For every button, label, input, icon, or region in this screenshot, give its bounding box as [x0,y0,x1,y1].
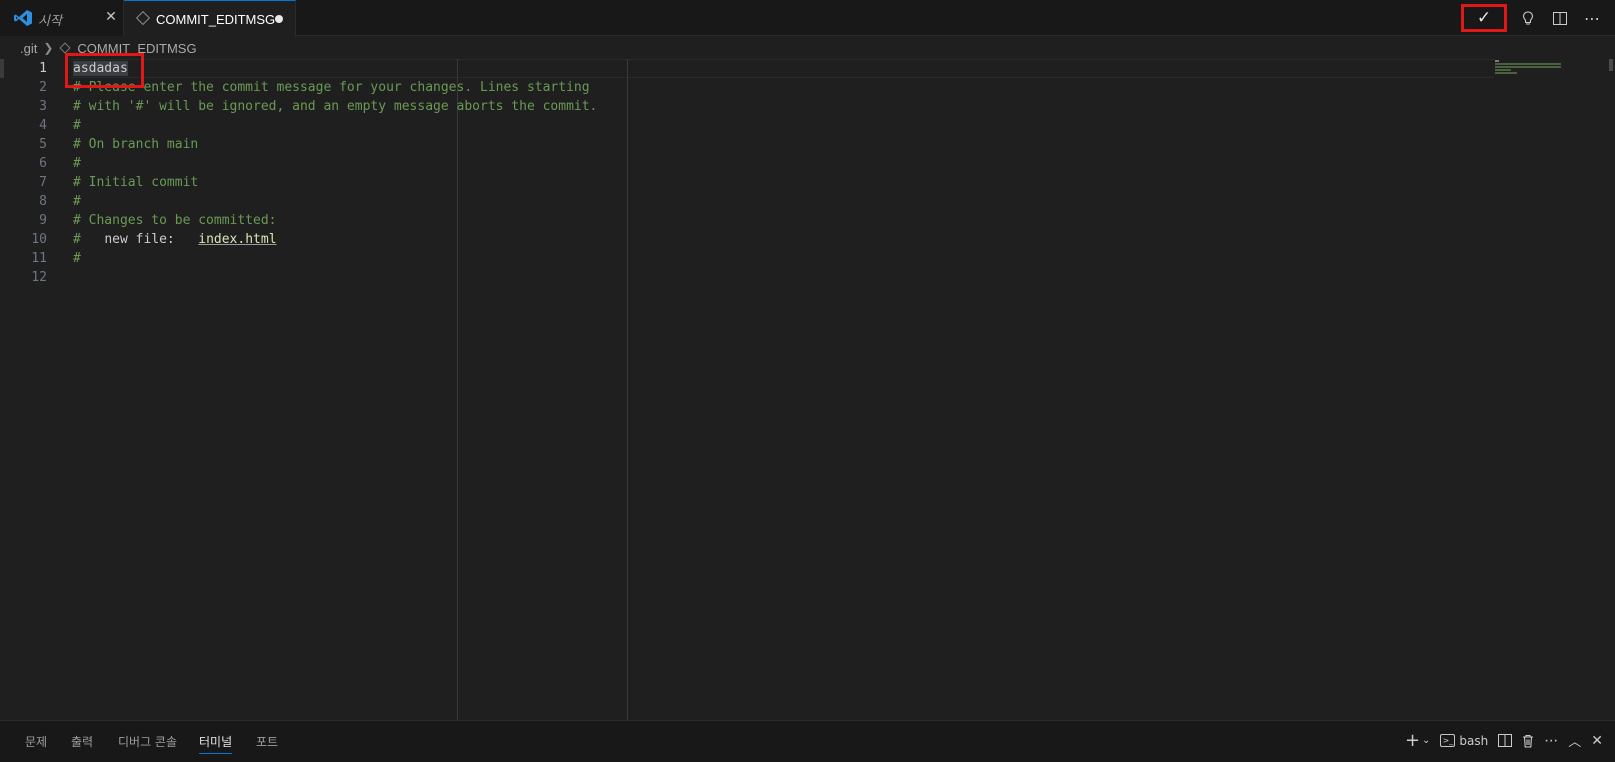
new-file-label: new file: [104,232,175,247]
code-line[interactable]: 7 # Initial commit [0,173,1490,192]
tab-label: 시작 [38,13,62,28]
panel-tab-ports[interactable]: 포트 [256,733,278,750]
tab-start[interactable]: 시작 ✕ [0,0,124,36]
panel-tab-problems[interactable]: 문제 [25,733,47,750]
code-line[interactable]: 1 asdadas [0,59,1490,78]
more-icon: ⋯ [1584,8,1600,28]
code-line[interactable]: 4 # [0,116,1490,135]
code-line[interactable]: 8 # [0,192,1490,211]
accept-commit-message-button[interactable]: ✓ [1461,4,1507,32]
breadcrumb: .git ❯ COMMIT_EDITMSG [0,37,1615,59]
minimap-line [1495,69,1511,71]
bottom-panel: 문제 출력 디버그 콘솔 터미널 포트 + ⌄ >_ bash ⋯ ︿ ✕ [0,720,1615,762]
line-text: # [73,156,81,171]
tab-commit-editmsg[interactable]: COMMIT_EDITMSG [124,0,296,37]
chevron-down-icon[interactable]: ⌄ [1422,735,1430,746]
more-actions-button[interactable]: ⋯ [1581,7,1603,29]
split-terminal-icon[interactable] [1498,734,1513,747]
line-number: 9 [39,213,47,228]
line-text: # Initial commit [73,175,199,190]
split-editor-icon [1553,11,1567,25]
line-number: 7 [39,175,47,190]
lightbulb-icon [1522,10,1534,25]
line-number: 8 [39,194,47,209]
code-line[interactable]: 10 # new file: index.html [0,230,1490,249]
trash-icon[interactable] [1522,734,1534,748]
line-number: 6 [39,156,47,171]
panel-actions: + ⌄ >_ bash ⋯ ︿ ✕ [1405,730,1603,751]
line-number: 2 [39,80,47,95]
line-number: 11 [31,251,47,266]
code-line[interactable]: 11 # [0,249,1490,268]
code-line[interactable]: 6 # [0,154,1490,173]
minimap-line [1495,66,1561,68]
minimap-line [1495,63,1561,65]
vscode-logo-icon [14,10,32,26]
close-icon[interactable]: ✕ [102,8,120,25]
line-text: # [73,194,81,209]
code-line[interactable]: 5 # On branch main [0,135,1490,154]
line-text: # Changes to be committed: [73,213,277,228]
more-icon[interactable]: ⋯ [1544,733,1558,749]
terminal-shell-selector[interactable]: >_ bash [1440,734,1488,748]
chevron-up-icon[interactable]: ︿ [1568,731,1581,750]
line-text: # new file: index.html [73,230,277,249]
line-number: 10 [31,232,47,247]
git-file-icon [59,42,72,54]
split-editor-button[interactable] [1549,7,1571,29]
editor-actions: ✓ ⋯ [1461,0,1603,36]
shell-name: bash [1459,733,1489,748]
line-text: # Please enter the commit message for yo… [73,80,590,95]
terminal-icon: >_ [1440,734,1456,747]
breadcrumb-item-git[interactable]: .git [20,41,37,56]
code-line[interactable]: 9 # Changes to be committed: [0,211,1490,230]
line-text: # [73,251,81,266]
vertical-scrollbar[interactable] [1609,59,1613,71]
line-number: 4 [39,118,47,133]
code-line[interactable]: 2 # Please enter the commit message for … [0,78,1490,97]
add-terminal-icon[interactable]: + [1405,730,1420,751]
close-icon[interactable]: ✕ [1591,733,1603,749]
code-line[interactable]: 3 # with '#' will be ignored, and an emp… [0,97,1490,116]
panel-tab-output[interactable]: 출력 [71,733,93,750]
check-icon: ✓ [1476,8,1492,28]
line-text: # On branch main [73,137,199,152]
code-line[interactable]: 12 [0,268,1490,287]
tab-label: COMMIT_EDITMSG [156,12,276,27]
line-number: 3 [39,99,47,114]
line-text: # [73,118,81,133]
panel-tab-debug-console[interactable]: 디버그 콘솔 [118,733,177,750]
annotation-highlight [65,53,144,88]
minimap[interactable] [1495,59,1565,89]
line-number: 12 [31,270,47,285]
file-link[interactable]: index.html [198,232,276,247]
minimap-line [1495,60,1499,62]
panel-tab-terminal[interactable]: 터미널 [199,733,233,754]
git-file-icon [135,10,151,26]
editor-tab-bar: 시작 ✕ COMMIT_EDITMSG ✓ ⋯ [0,0,1615,37]
unsaved-dot-icon[interactable] [275,15,283,23]
lightbulb-button[interactable] [1517,7,1539,29]
line-number: 1 [39,61,47,76]
minimap-line [1495,72,1517,74]
line-number: 5 [39,137,47,152]
line-text: # with '#' will be ignored, and an empty… [73,99,598,114]
comment-prefix: # [73,232,105,247]
chevron-right-icon: ❯ [43,41,54,55]
code-editor[interactable]: 1 asdadas 2 # Please enter the commit me… [0,59,1615,720]
